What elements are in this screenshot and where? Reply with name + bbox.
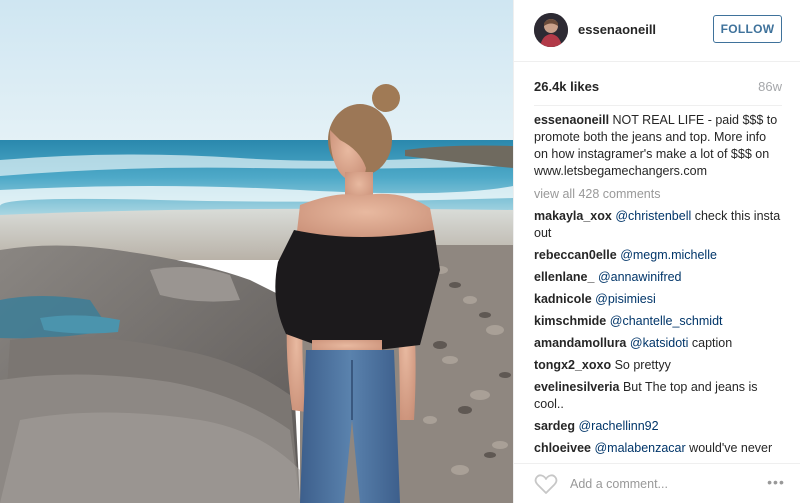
- post-caption: essenaoneill NOT REAL LIFE - paid $$$ to…: [534, 112, 782, 180]
- comment-username[interactable]: sardeg: [534, 419, 575, 433]
- comment-username[interactable]: makayla_xox: [534, 209, 612, 223]
- comment-username[interactable]: ellenlane_: [534, 270, 594, 284]
- comment-mention[interactable]: @katsidoti: [630, 336, 689, 350]
- comment-item: tongx2_xoxo So prettyy: [534, 357, 782, 374]
- post-photo[interactable]: [0, 0, 513, 503]
- comment-username[interactable]: chloeivee: [534, 441, 591, 455]
- beach-photo: [0, 0, 513, 503]
- post-header: essenaoneill FOLLOW: [514, 0, 800, 62]
- add-comment-bar: •••: [514, 463, 800, 503]
- comment-item: rebeccan0elle @megm.michelle: [534, 247, 782, 264]
- comment-mention[interactable]: @megm.michelle: [620, 248, 717, 262]
- post-stats: 26.4k likes 86w: [534, 79, 782, 99]
- likes-count[interactable]: 26.4k likes: [534, 79, 599, 94]
- comment-item: kimschmide @chantelle_schmidt: [534, 313, 782, 330]
- avatar-image: [534, 13, 568, 47]
- instagram-post-view: essenaoneill FOLLOW 26.4k likes 86w esse…: [0, 0, 800, 503]
- comment-mention[interactable]: @annawinifred: [598, 270, 682, 284]
- comment-mention[interactable]: @malabenzacar: [594, 441, 685, 455]
- comment-username[interactable]: amandamollura: [534, 336, 626, 350]
- comment-item: sardeg @rachellinn92: [534, 418, 782, 435]
- comments-list[interactable]: essenaoneill NOT REAL LIFE - paid $$$ to…: [534, 112, 782, 455]
- comment-username[interactable]: evelinesilveria: [534, 380, 619, 394]
- post-timestamp[interactable]: 86w: [758, 79, 782, 94]
- comment-username[interactable]: kimschmide: [534, 314, 606, 328]
- comment-mention[interactable]: @pisimiesi: [595, 292, 656, 306]
- comment-item: chloeivee @malabenzacar would've never t…: [534, 440, 782, 455]
- caption-username[interactable]: essenaoneill: [534, 113, 609, 127]
- comment-username[interactable]: kadnicole: [534, 292, 592, 306]
- comment-item: ellenlane_ @annawinifred: [534, 269, 782, 286]
- comment-item: makayla_xox @christenbell check this ins…: [534, 208, 782, 242]
- comment-username[interactable]: tongx2_xoxo: [534, 358, 611, 372]
- add-comment-input[interactable]: [570, 473, 750, 495]
- comment-text: caption: [691, 336, 733, 350]
- more-options-icon[interactable]: •••: [764, 474, 788, 494]
- comment-mention[interactable]: @chantelle_schmidt: [610, 314, 723, 328]
- comment-item: evelinesilveria But The top and jeans is…: [534, 379, 782, 413]
- view-all-comments-link[interactable]: view all 428 comments: [534, 186, 782, 203]
- follow-button[interactable]: FOLLOW: [713, 15, 782, 43]
- heart-icon[interactable]: [534, 473, 558, 495]
- comment-username[interactable]: rebeccan0elle: [534, 248, 617, 262]
- comment-item: kadnicole @pisimiesi: [534, 291, 782, 308]
- post-details-panel: essenaoneill FOLLOW 26.4k likes 86w esse…: [513, 0, 800, 503]
- comment-text: So prettyy: [614, 358, 671, 372]
- post-author-username[interactable]: essenaoneill: [578, 22, 656, 37]
- comment-item: amandamollura @katsidoti caption: [534, 335, 782, 352]
- comment-mention[interactable]: @rachellinn92: [578, 419, 658, 433]
- comment-mention[interactable]: @christenbell: [615, 209, 691, 223]
- stats-divider: [534, 105, 782, 106]
- avatar[interactable]: [534, 13, 568, 47]
